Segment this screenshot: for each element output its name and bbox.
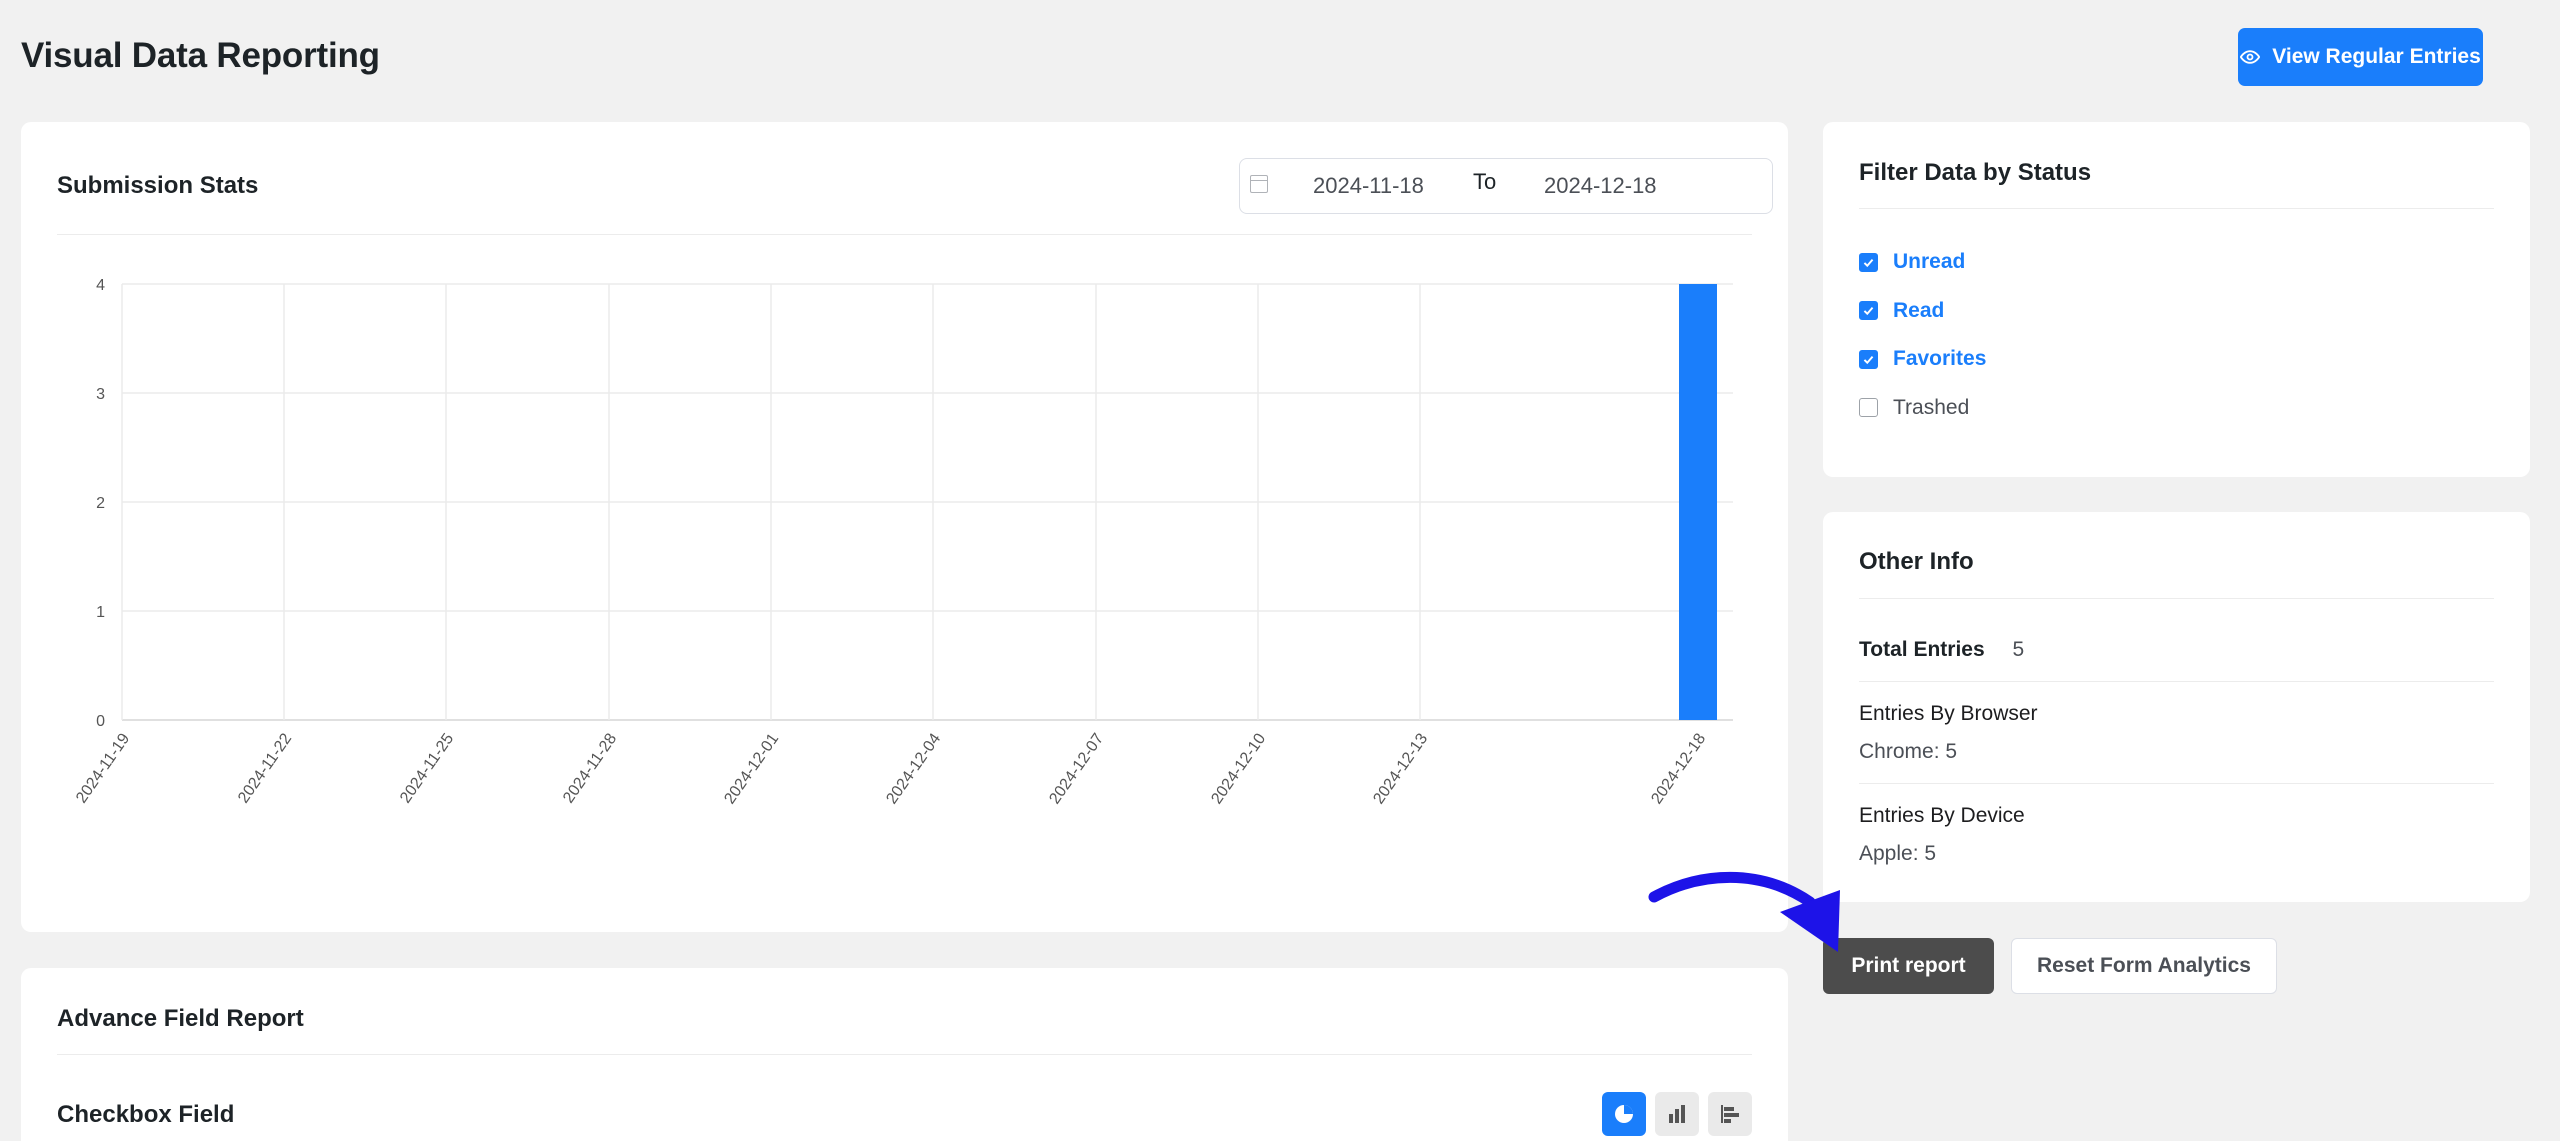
pie-chart-icon (1615, 1105, 1633, 1123)
status-filter-trashed[interactable]: Trashed (1859, 396, 1969, 420)
status-filter-read[interactable]: Read (1859, 299, 1944, 323)
x-tick-label: 2024-12-13 (1370, 730, 1431, 807)
x-tick-label: 2024-11-25 (397, 730, 457, 806)
other-info-title: Other Info (1859, 548, 1974, 575)
y-tick-label: 1 (96, 604, 105, 621)
filter-status-title: Filter Data by Status (1859, 159, 2092, 186)
entries-by-browser-label: Entries By Browser (1859, 702, 2038, 725)
view-regular-entries-label: View Regular Entries (2272, 45, 2481, 68)
filter-divider (1859, 208, 2494, 209)
eye-icon (2240, 50, 2261, 64)
x-tick-label: 2024-12-18 (1648, 730, 1709, 807)
advance-field-report-card: Advance Field Report Checkbox Field (21, 968, 1788, 1141)
status-filter-label: Unread (1893, 250, 1966, 273)
status-filter-label: Read (1893, 298, 1945, 322)
filter-status-card: Filter Data by Status Unread Read Favorite… (1823, 122, 2530, 477)
y-tick-label: 4 (96, 277, 105, 294)
horizontal-bar-chart-toggle[interactable] (1708, 1092, 1752, 1136)
advance-divider (57, 1054, 1752, 1055)
info-divider-1 (1859, 681, 2494, 682)
status-filter-unread[interactable]: Unread (1859, 250, 1965, 274)
status-filter-label: Trashed (1893, 395, 1970, 419)
other-info-divider (1859, 598, 2494, 599)
annotation-arrow-icon (1648, 871, 1840, 952)
x-tick-label: 2024-11-22 (235, 730, 295, 806)
status-filter-favorites[interactable]: Favorites (1859, 347, 1986, 371)
x-tick-label: 2024-11-28 (560, 730, 620, 806)
info-divider-2 (1859, 783, 2494, 784)
other-info-card: Other Info Total Entries 5 Entries By Br… (1823, 512, 2530, 902)
horizontal-bar-chart-icon (1721, 1105, 1739, 1123)
submission-stats-card: Submission Stats 2024-11-18 To 2024-12-1… (21, 122, 1788, 932)
entries-by-device-label: Entries By Device (1859, 804, 2025, 827)
advance-field-report-title: Advance Field Report (57, 1005, 304, 1032)
submission-stats-chart: 0 1 2 3 4 2024-11-19 2024-11-22 2024-11-25 2024-… (73, 277, 1733, 807)
y-tick-label: 0 (96, 713, 105, 730)
x-tick-label: 2024-11-19 (73, 730, 133, 806)
checkbox-unchecked-icon[interactable] (1859, 398, 1878, 417)
status-filter-label: Favorites (1893, 347, 1987, 370)
bar (1679, 284, 1717, 720)
bar-chart-icon (1669, 1105, 1685, 1123)
checkbox-checked-icon[interactable] (1859, 301, 1878, 320)
view-regular-entries-button[interactable]: View Regular Entries (2238, 28, 2483, 86)
total-entries-value: 5 (2012, 638, 2025, 661)
y-tick-label: 3 (96, 386, 105, 403)
x-tick-label: 2024-12-04 (883, 730, 944, 807)
x-tick-label: 2024-12-01 (721, 730, 782, 807)
y-tick-label: 2 (96, 495, 105, 512)
total-entries-label: Total Entries (1859, 638, 1985, 661)
reset-form-analytics-button[interactable]: Reset Form Analytics (2011, 938, 2277, 994)
pie-chart-toggle[interactable] (1602, 1092, 1646, 1136)
entries-by-browser-value: Chrome: 5 (1859, 740, 1958, 763)
checkbox-checked-icon[interactable] (1859, 252, 1878, 272)
checkbox-field-title: Checkbox Field (57, 1101, 235, 1128)
page-title: Visual Data Reporting (21, 36, 380, 75)
x-tick-label: 2024-12-10 (1208, 730, 1269, 807)
checkbox-checked-icon[interactable] (1859, 349, 1878, 369)
total-entries-row: Total Entries 5 (1859, 638, 2024, 662)
x-tick-label: 2024-12-07 (1046, 730, 1107, 807)
bar-chart-toggle[interactable] (1655, 1092, 1699, 1136)
